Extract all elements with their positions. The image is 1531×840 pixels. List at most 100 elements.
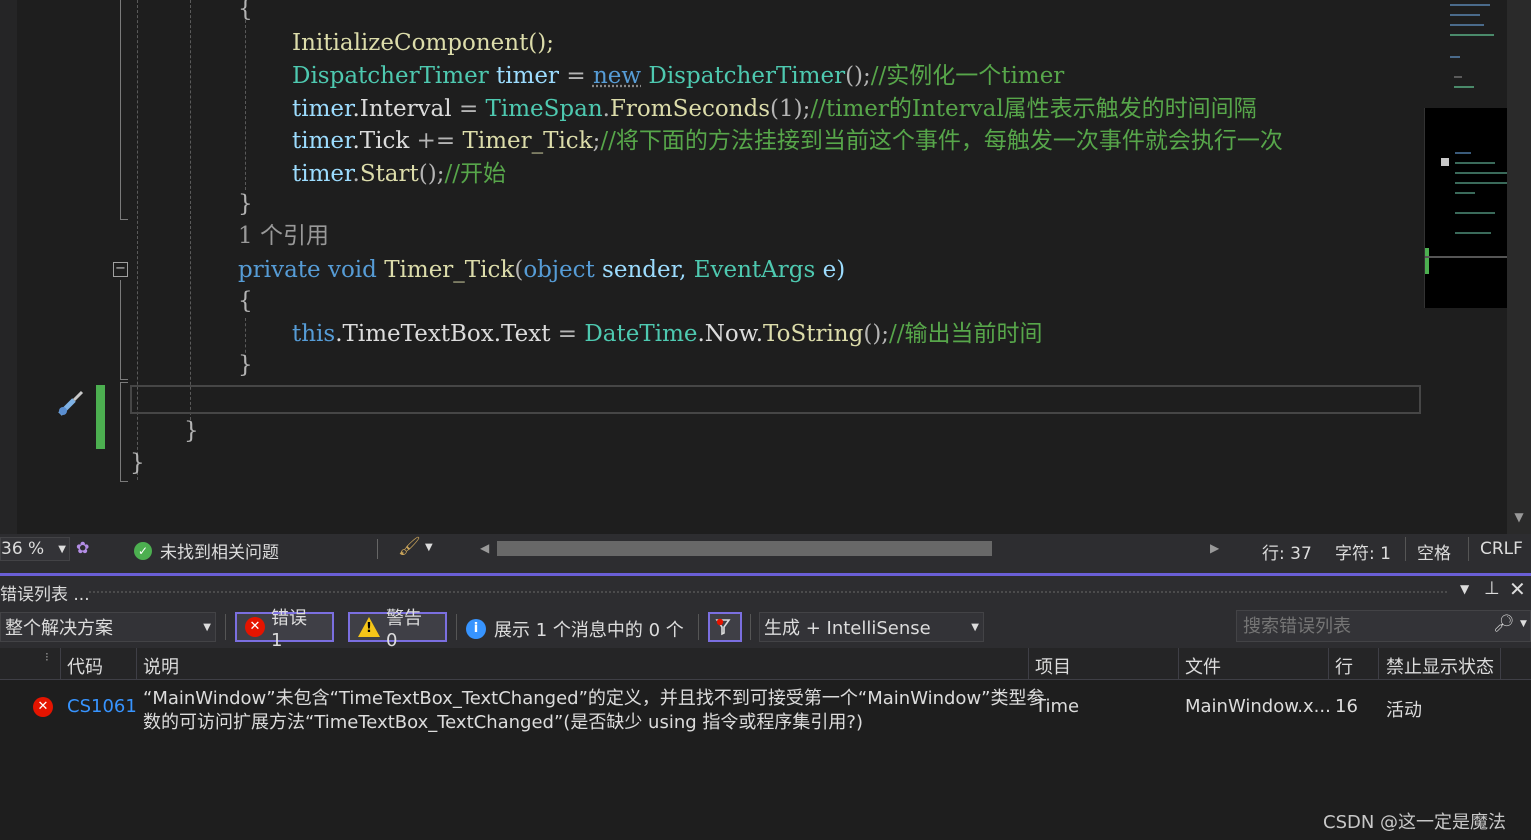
code-token: TimeSpan (485, 96, 603, 122)
build-filter-dropdown[interactable]: 生成 + IntelliSense ▼ (759, 612, 984, 642)
code-token: FromSeconds (609, 96, 771, 122)
search-box[interactable]: 🔎︎ ▼ (1236, 610, 1531, 642)
table-row[interactable]: ✕ CS1061 “MainWindow”未包含“TimeTextBox_Tex… (0, 680, 1531, 736)
code-token: EventArgs (693, 257, 816, 283)
code-line-interval: timer.Interval = TimeSpan.FromSeconds(1)… (292, 94, 1257, 124)
filter-icon (715, 618, 731, 636)
filter-button[interactable] (708, 612, 742, 642)
code-line-tick: timer.Tick += Timer_Tick;//将下面的方法挂接到当前这个… (292, 126, 1283, 156)
code-token: .TimeTextBox.Text (335, 321, 558, 347)
chevron-down-icon: ▼ (58, 543, 66, 555)
panel-title: 错误列表 ... (0, 585, 90, 605)
column-header-file[interactable]: 文件 (1185, 653, 1221, 679)
code-brace: } (238, 191, 253, 217)
scope-dropdown[interactable]: 整个解决方案 ▼ (0, 612, 216, 642)
code-token: e) (815, 257, 846, 283)
horizontal-scrollbar-thumb[interactable] (497, 541, 992, 556)
code-token: += (416, 128, 463, 154)
code-token: object (523, 257, 595, 283)
code-brace: { (238, 0, 253, 22)
code-token: ToString (763, 321, 864, 347)
code-token: DispatcherTimer (641, 63, 846, 89)
error-code-link[interactable]: CS1061 (67, 696, 137, 717)
chevron-down-icon[interactable]: ▼ (1460, 582, 1469, 596)
code-token: (); (418, 161, 445, 187)
code-token: . (602, 96, 610, 122)
screwdriver-icon[interactable] (54, 386, 88, 420)
column-header-project[interactable]: 项目 (1035, 653, 1071, 679)
warnings-toggle[interactable]: ! 警告 0 (348, 608, 447, 651)
char-indicator[interactable]: 字符: 1 (1335, 539, 1391, 564)
indent-guide (190, 0, 191, 430)
column-header-suppression[interactable]: 禁止显示状态 (1386, 653, 1494, 679)
code-token: Start (359, 161, 419, 187)
zoom-dropdown[interactable]: 36 % ▼ (0, 537, 70, 561)
code-comment: //输出当前时间 (889, 321, 1043, 347)
codelens-references[interactable]: 1 个引用 (238, 221, 329, 251)
code-token: DispatcherTimer (292, 63, 489, 89)
code-token: Timer_Tick (384, 257, 515, 283)
column-header-description[interactable]: 说明 (143, 653, 179, 679)
error-suppression-state: 活动 (1386, 700, 1422, 721)
code-brace: } (184, 418, 199, 444)
error-list-toolbar: 整个解决方案 ▼ ✕ 错误 1 ! 警告 0 i 展示 1 个消息中的 0 个 生… (0, 608, 1531, 651)
column-header-code[interactable]: 代码 (67, 653, 103, 679)
code-brace: } (238, 352, 253, 378)
scroll-down-icon[interactable]: ▼ (1507, 510, 1531, 532)
vertical-scrollbar[interactable]: ▼ (1507, 0, 1531, 534)
errors-toggle[interactable]: ✕ 错误 1 (235, 608, 334, 651)
code-line-initialize: InitializeComponent(); (292, 28, 554, 58)
error-list-header: ⁝ 代码 说明 项目 文件 行 禁止显示状态 (0, 648, 1531, 680)
code-line-method-signature: private void Timer_Tick(object sender, E… (238, 255, 845, 285)
health-indicator[interactable]: ✓ 未找到相关问题 (134, 538, 279, 563)
column-header-line[interactable]: 行 (1335, 653, 1353, 679)
code-brace: } (130, 450, 145, 476)
code-token: sender, (594, 257, 694, 283)
intellicode-icon[interactable]: ✿ (76, 538, 96, 558)
code-token: Timer_Tick (462, 128, 593, 154)
code-token: ( (514, 257, 524, 283)
code-token: (); (845, 63, 871, 89)
code-token: .Now. (697, 321, 764, 347)
code-comment: //开始 (444, 161, 506, 187)
messages-count: 展示 1 个消息中的 0 个 (494, 620, 684, 641)
messages-toggle[interactable]: i 展示 1 个消息中的 0 个 (466, 616, 684, 642)
watermark: CSDN @这一定是魔法 (1323, 812, 1507, 833)
code-token: DateTime (584, 321, 698, 347)
chevron-down-icon[interactable]: ▼ (425, 542, 433, 553)
check-icon: ✓ (134, 541, 152, 560)
error-icon: ✕ (33, 697, 53, 717)
search-icon[interactable]: 🔎︎ (1493, 614, 1515, 634)
indent-indicator[interactable]: 空格 (1417, 539, 1451, 564)
collapse-toggle-icon[interactable]: − (113, 262, 128, 277)
sort-grip-icon[interactable]: ⁝ (45, 650, 49, 664)
build-filter-value: 生成 + IntelliSense (764, 618, 931, 639)
zoom-value: 36 % (1, 539, 45, 559)
error-project: Time (1035, 696, 1080, 717)
brush-icon[interactable]: 🖌 (398, 536, 421, 557)
code-token: timer (292, 96, 353, 122)
warning-icon: ! (358, 617, 380, 637)
code-token: InitializeComponent(); (292, 30, 555, 56)
error-description-line1: “MainWindow”未包含“TimeTextBox_TextChanged”… (143, 688, 1045, 709)
close-icon[interactable]: ✕ (1509, 577, 1526, 601)
info-icon: i (466, 619, 486, 639)
error-file: MainWindow.x... (1185, 696, 1331, 717)
code-line-timer-new: DispatcherTimer timer = new DispatcherTi… (292, 61, 1064, 91)
scroll-left-icon[interactable]: ◀ (480, 541, 489, 555)
outline-bracket (120, 0, 128, 220)
scroll-right-icon[interactable]: ▶ (1210, 541, 1219, 555)
code-line-start: timer.Start();//开始 (292, 159, 506, 189)
current-line-highlight (130, 385, 1421, 414)
line-indicator[interactable]: 行: 37 (1262, 539, 1312, 564)
code-editor[interactable]: − { InitializeComponent(); DispatcherTim… (0, 0, 1424, 534)
chevron-down-icon[interactable]: ▼ (1520, 619, 1527, 629)
code-brace: { (238, 288, 253, 314)
code-line-output: this.TimeTextBox.Text = DateTime.Now.ToS… (292, 319, 1043, 349)
eol-indicator[interactable]: CRLF (1480, 539, 1523, 559)
pin-icon[interactable]: ⊥ (1484, 578, 1500, 599)
code-comment: //将下面的方法挂接到当前这个事件，每触发一次事件就会执行一次 (600, 128, 1283, 154)
search-input[interactable] (1243, 615, 1483, 637)
code-token: .Interval (352, 96, 459, 122)
scope-value: 整个解决方案 (5, 618, 113, 639)
